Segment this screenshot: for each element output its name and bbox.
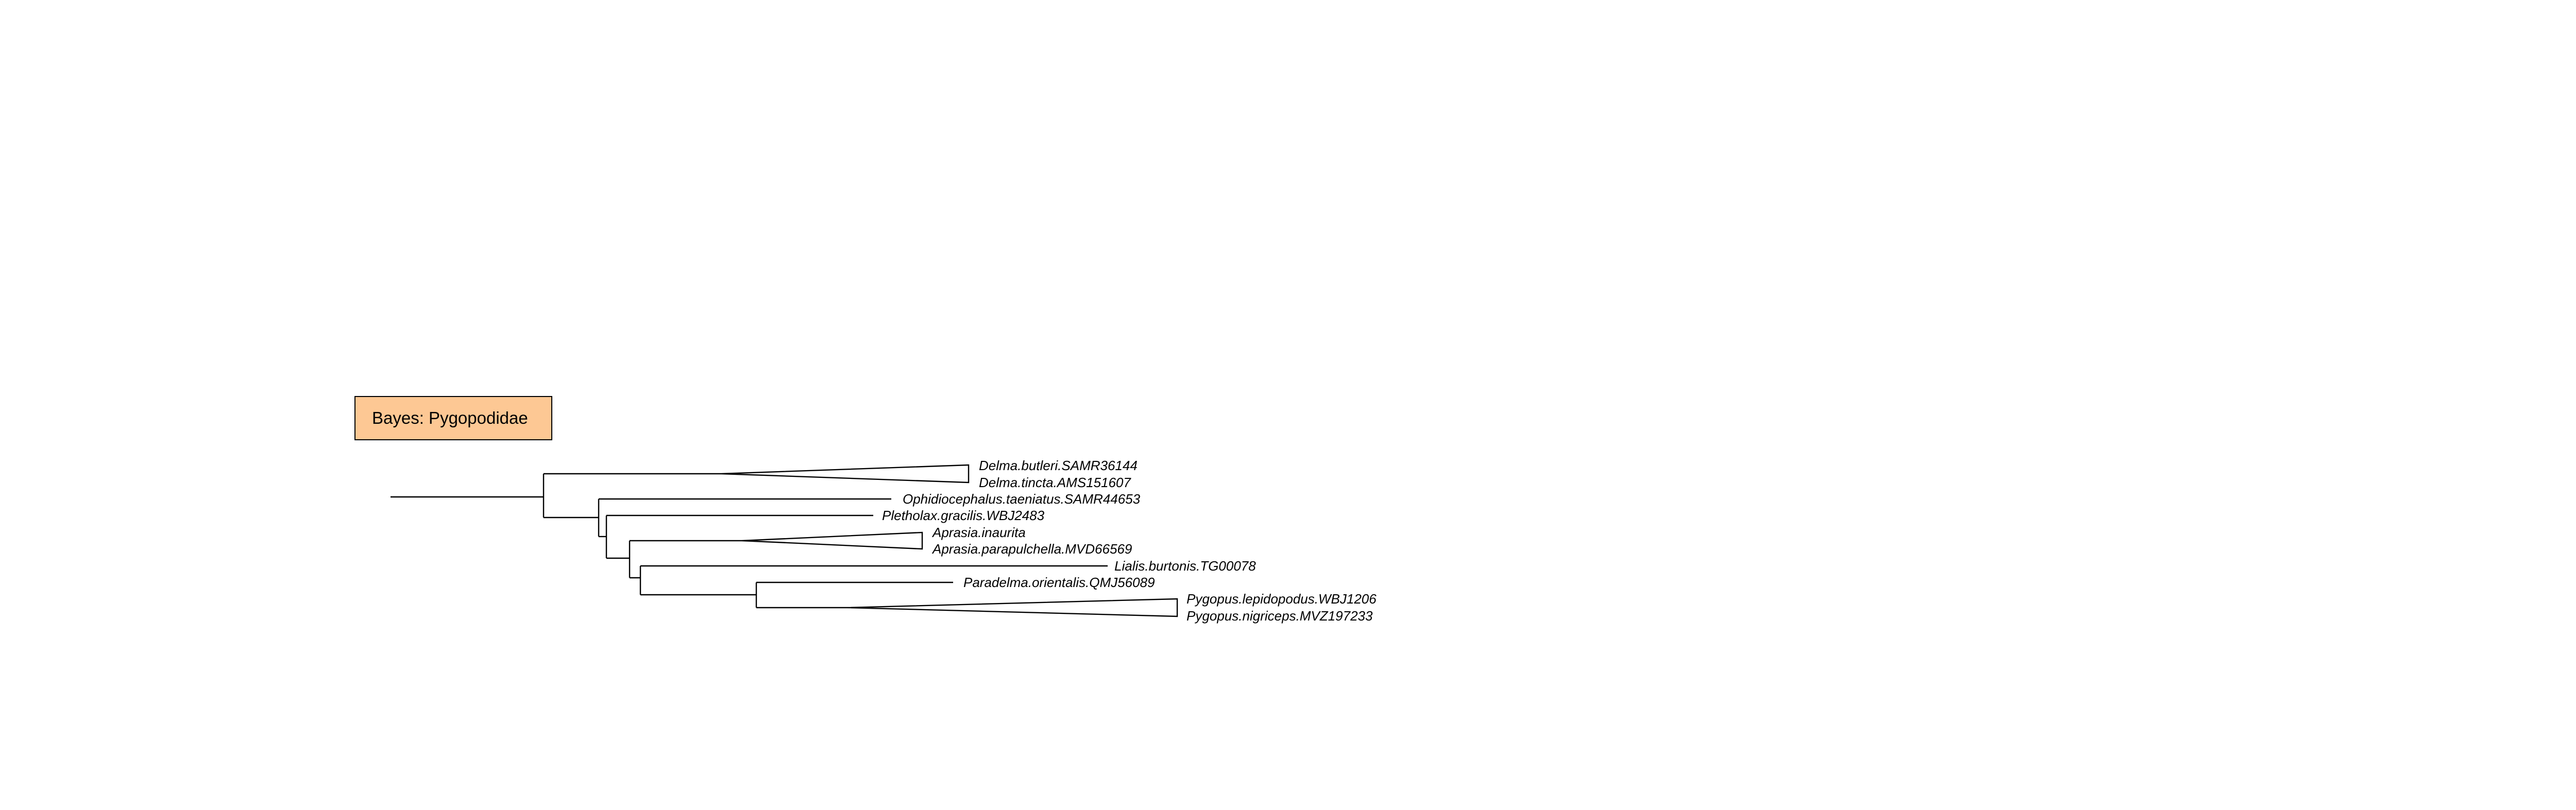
- tip-label: Ophidiocephalus.taeniatus.SAMR44653: [903, 491, 1141, 507]
- tip-label: Pygopus.lepidopodus.WBJ1206: [1187, 591, 1377, 607]
- tree-title: Bayes: Pygopodidae: [372, 408, 528, 427]
- tip-label: Pygopus.nigriceps.MVZ197233: [1187, 608, 1373, 624]
- collapsed-clade-delma: [721, 464, 970, 484]
- tip-label: Paradelma.orientalis.QMJ56089: [963, 575, 1155, 590]
- tip-label: Pletholax.gracilis.WBJ2483: [882, 508, 1045, 523]
- tip-label: Aprasia.inaurita: [931, 525, 1026, 540]
- collapsed-clade-aprasia: [741, 531, 923, 550]
- tip-label: Delma.tincta.AMS151607: [979, 475, 1131, 490]
- tip-label: Delma.butleri.SAMR36144: [979, 458, 1138, 473]
- tip-label: Lialis.burtonis.TG00078: [1114, 558, 1256, 574]
- title-box: Bayes: Pygopodidae: [354, 396, 552, 440]
- phylogenetic-tree: Bayes: Pygopodidae Delma.butleri.SAMR361…: [354, 396, 1377, 624]
- collapsed-clade-pygopus: [847, 598, 1178, 617]
- tip-label: Aprasia.parapulchella.MVD66569: [931, 541, 1132, 557]
